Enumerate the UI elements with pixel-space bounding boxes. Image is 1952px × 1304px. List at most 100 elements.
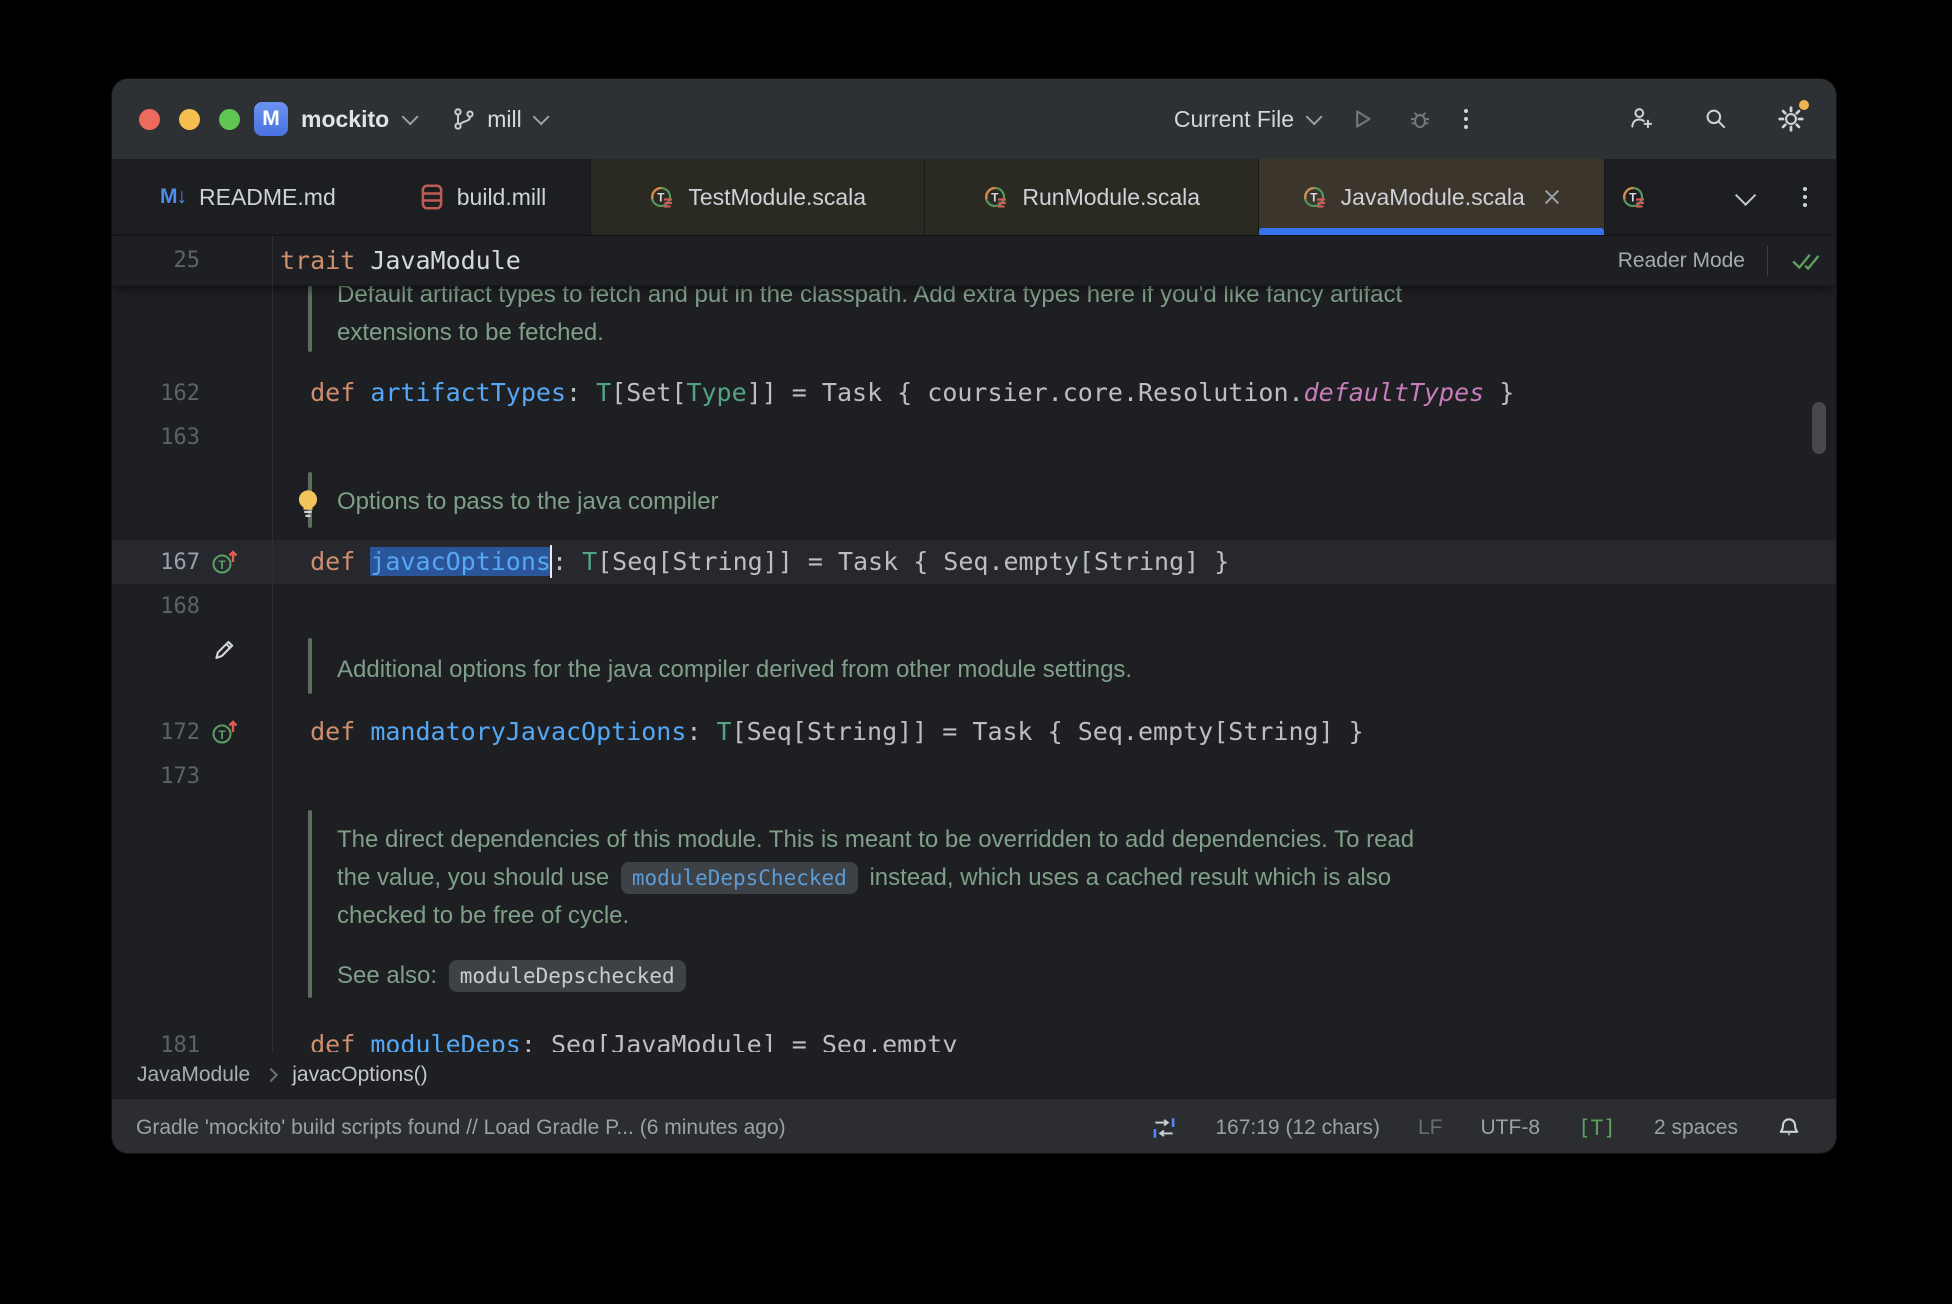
- doc-line[interactable]: extensions to be fetched.: [112, 314, 1836, 352]
- token: the value, you should use: [337, 864, 616, 891]
- tab-overflow[interactable]: T: [1604, 159, 1673, 235]
- tab-readme-md[interactable]: M↓ README.md: [112, 159, 376, 235]
- more-actions-button[interactable]: [1464, 109, 1468, 129]
- token: Default artifact types to fetch and put …: [337, 286, 1403, 308]
- token: : Seq[JavaModule] = Seq.empty: [520, 1030, 958, 1052]
- play-icon[interactable]: [1348, 105, 1376, 133]
- settings-button[interactable]: [1776, 100, 1809, 134]
- editor[interactable]: 162 163 167 T 168 172 T 173 181 Default artifact …: [112, 286, 1836, 1052]
- vcs-branch-widget[interactable]: mill: [452, 106, 550, 133]
- lightbulb-icon[interactable]: [293, 487, 323, 521]
- project-widget[interactable]: M mockito: [254, 102, 419, 136]
- run-config-label: Current File: [1173, 105, 1294, 132]
- code-line[interactable]: def javacOptions: T[Seq[String]] = Task …: [112, 540, 1836, 584]
- doc-line[interactable]: checked to be free of cycle.: [112, 897, 1836, 935]
- tab-options-button[interactable]: [1774, 159, 1836, 235]
- mill-icon: [420, 183, 444, 211]
- doc-line[interactable]: Default artifact types to fetch and put …: [112, 286, 1836, 314]
- breadcrumb-member[interactable]: javacOptions(): [292, 1063, 427, 1087]
- editor-widgets: Reader Mode: [1618, 245, 1824, 276]
- line-ending-widget[interactable]: LF: [1418, 1116, 1443, 1140]
- tab-javamodule-scala[interactable]: T JavaModule.scala: [1258, 159, 1605, 235]
- token: moduleDeps: [370, 1030, 521, 1052]
- token: def: [310, 378, 356, 407]
- line-number: 173: [160, 763, 200, 789]
- show-hidden-tabs-button[interactable]: [1712, 159, 1774, 235]
- token: :: [566, 378, 597, 407]
- tab-label: TestModule.scala: [688, 183, 867, 210]
- chevron-down-icon: [401, 108, 419, 126]
- svg-text:T: T: [1310, 191, 1318, 205]
- close-window-button[interactable]: [139, 108, 160, 130]
- breadcrumb-module[interactable]: JavaModule: [137, 1063, 250, 1087]
- titlebar: M mockito mill Current File: [112, 79, 1836, 159]
- encoding-widget[interactable]: UTF-8: [1481, 1116, 1541, 1140]
- tab-testmodule-scala[interactable]: T TestModule.scala: [590, 159, 925, 235]
- bell-icon[interactable]: [1776, 1115, 1802, 1141]
- double-check-icon[interactable]: [1790, 249, 1824, 273]
- branch-icon: [452, 106, 476, 132]
- run-config-selector[interactable]: Current File: [1173, 105, 1323, 133]
- close-tab-icon[interactable]: [1542, 187, 1562, 207]
- token: [Seq[String]] = Task { Seq.empty[String]…: [731, 717, 1364, 746]
- token: Type: [686, 378, 747, 407]
- svg-text:T: T: [1629, 191, 1637, 205]
- trait-name: JavaModule: [370, 246, 521, 275]
- titlebar-right-icons: [1628, 100, 1809, 134]
- line-number: 163: [160, 424, 200, 450]
- gutter-row[interactable]: 168: [112, 584, 272, 628]
- svg-text:T: T: [992, 191, 1000, 205]
- chevron-down-icon: [532, 108, 550, 126]
- indent-widget[interactable]: 2 spaces: [1654, 1116, 1738, 1140]
- search-icon[interactable]: [1702, 105, 1730, 133]
- code-line[interactable]: def moduleDeps: Seq[JavaModule] = Seq.em…: [112, 1023, 1836, 1052]
- separator: [1767, 245, 1768, 276]
- code-line[interactable]: def mandatoryJavacOptions: T[Seq[String]…: [112, 710, 1836, 754]
- tab-runmodule-scala[interactable]: T RunModule.scala: [924, 159, 1259, 235]
- bug-icon[interactable]: [1406, 105, 1434, 133]
- doc-line[interactable]: The direct dependencies of this module. …: [112, 821, 1836, 859]
- run-controls: Current File: [1174, 105, 1468, 133]
- status-message[interactable]: Gradle 'mockito' build scripts found // …: [136, 1116, 1151, 1140]
- token: Additional options for the java compiler…: [337, 656, 1133, 683]
- type-profile-indicator[interactable]: [T]: [1578, 1116, 1616, 1140]
- doc-line[interactable]: Options to pass to the java compiler: [112, 483, 1836, 521]
- token: T: [716, 717, 732, 746]
- token: defaultTypes: [1303, 378, 1485, 407]
- minimize-window-button[interactable]: [179, 108, 200, 130]
- status-widgets: 167:19 (12 chars) LF UTF-8 [T] 2 spaces: [1151, 1115, 1802, 1141]
- reader-mode-label[interactable]: Reader Mode: [1618, 249, 1745, 273]
- doc-line[interactable]: See also: moduleDepschecked: [112, 957, 1836, 995]
- gutter-row[interactable]: 173: [112, 754, 272, 798]
- project-name: mockito: [301, 105, 390, 132]
- code-reference-chip: moduleDepschecked: [448, 960, 686, 992]
- code-line[interactable]: def artifactTypes: T[Set[Type]] = Task {…: [112, 371, 1836, 415]
- token: ]] = Task { coursier.core.Resolution.: [746, 378, 1304, 407]
- svg-text:T: T: [658, 191, 666, 205]
- kebab-icon: [1803, 187, 1807, 207]
- gutter-row[interactable]: 163: [112, 415, 272, 459]
- scala-trait-icon: T: [1621, 184, 1647, 210]
- add-user-icon[interactable]: [1628, 105, 1656, 133]
- zoom-window-button[interactable]: [219, 108, 240, 130]
- token: T: [596, 378, 612, 407]
- load-changes-icon[interactable]: [1151, 1115, 1177, 1141]
- scala-trait-icon: T: [1302, 184, 1328, 210]
- caret-position-widget[interactable]: 167:19 (12 chars): [1215, 1116, 1380, 1140]
- scala-trait-icon: T: [649, 184, 675, 210]
- token: :: [551, 547, 583, 576]
- sticky-line[interactable]: 25 trait JavaModule Reader Mode: [112, 236, 1836, 286]
- tab-build-mill[interactable]: build.mill: [376, 159, 590, 235]
- desktop: { "titlebar": { "project_icon_letter": "…: [0, 0, 1952, 1304]
- token: See also:: [337, 962, 444, 989]
- ide-window: M mockito mill Current File M↓ README.md…: [112, 79, 1836, 1153]
- editor-tab-bar: M↓ README.md build.mill T TestModule.scala T R…: [112, 159, 1836, 236]
- doc-line[interactable]: Additional options for the java compiler…: [112, 651, 1836, 689]
- token: The direct dependencies of this module. …: [337, 826, 1415, 853]
- token: def: [310, 547, 356, 576]
- doc-line[interactable]: the value, you should use moduleDepsChec…: [112, 859, 1836, 897]
